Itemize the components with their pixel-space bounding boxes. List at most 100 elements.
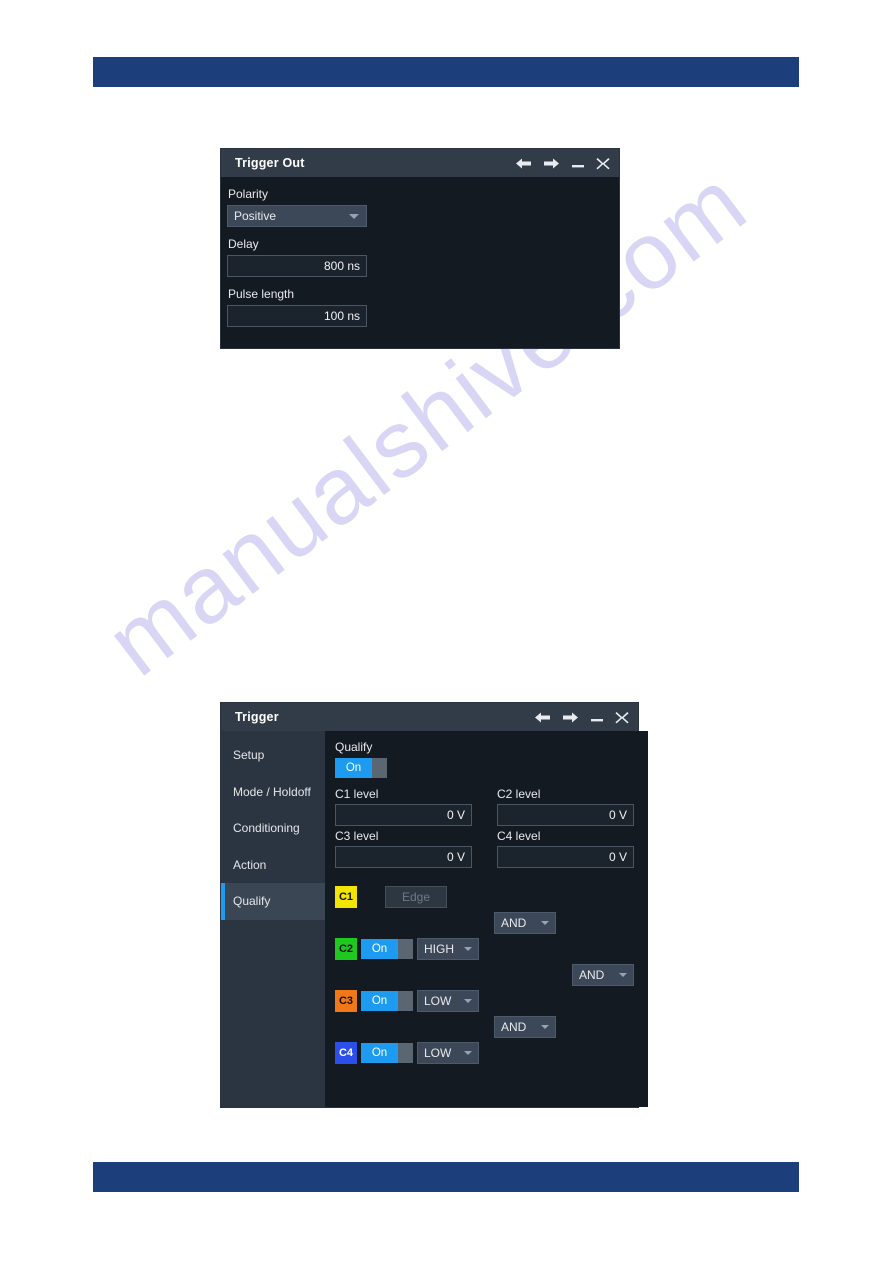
combiner-and-1[interactable]: AND	[494, 912, 556, 934]
trigger-sidebar: Setup Mode / Holdoff Conditioning Action…	[221, 731, 325, 1107]
sidebar-item-label: Setup	[233, 748, 265, 763]
minimize-icon[interactable]	[590, 711, 604, 724]
c4-level-input[interactable]: 0 V	[497, 846, 634, 868]
polarity-dropdown[interactable]: Positive	[227, 205, 367, 227]
close-icon[interactable]	[615, 711, 629, 724]
channel-toggle-c4-state: On	[361, 1043, 398, 1063]
channel-toggle-c3[interactable]: On	[361, 991, 413, 1011]
trigger-titlebar: Trigger	[221, 703, 638, 731]
trigger-dialog: Trigger Setup Mode / Holdoff Conditionin…	[221, 703, 648, 1107]
sidebar-item-action[interactable]: Action	[221, 847, 325, 884]
pulse-length-value: 100 ns	[323, 309, 360, 323]
minimize-icon[interactable]	[571, 157, 585, 170]
qualify-toggle[interactable]: On	[335, 758, 387, 778]
combiner-and-2-value: AND	[579, 968, 605, 982]
channel-row-c2: C2 On HIGH	[335, 938, 479, 960]
c4-level-cell: C4 level 0 V	[497, 829, 648, 868]
pulse-length-field-group: Pulse length 100 ns	[227, 287, 619, 327]
page-header-bar	[93, 57, 799, 87]
channel-state-c3-value: LOW	[424, 994, 452, 1008]
trigger-out-titlebar: Trigger Out	[221, 149, 619, 177]
forward-arrow-icon[interactable]	[562, 711, 579, 724]
forward-arrow-icon[interactable]	[543, 157, 560, 170]
delay-input[interactable]: 800 ns	[227, 255, 367, 277]
c1-level-label: C1 level	[335, 787, 379, 801]
sidebar-item-setup[interactable]: Setup	[221, 737, 325, 774]
chevron-down-icon	[464, 947, 472, 951]
chevron-down-icon	[349, 214, 359, 219]
channel-level-grid: C1 level 0 V C2 level 0 V C3 level 0 V C…	[335, 787, 648, 868]
back-arrow-icon[interactable]	[515, 157, 532, 170]
qualify-panel: Qualify On C1 level 0 V C2 level 0 V C3 …	[325, 731, 648, 1107]
chevron-down-icon	[541, 1025, 549, 1029]
channel-toggle-c3-state: On	[361, 991, 398, 1011]
channel-toggle-c2[interactable]: On	[361, 939, 413, 959]
combiner-and-3[interactable]: AND	[494, 1016, 556, 1038]
trigger-title: Trigger	[235, 710, 279, 724]
c3-level-input[interactable]: 0 V	[335, 846, 472, 868]
chevron-down-icon	[464, 1051, 472, 1055]
pulse-length-input[interactable]: 100 ns	[227, 305, 367, 327]
sidebar-item-qualify[interactable]: Qualify	[221, 883, 325, 920]
channel-logic-area: C1 Edge AND C2 On HIGH AND C3 On LOW AND…	[335, 886, 648, 1078]
channel-row-c3: C3 On LOW	[335, 990, 479, 1012]
c2-level-cell: C2 level 0 V	[497, 787, 648, 826]
sidebar-item-label: Mode / Holdoff	[233, 784, 311, 799]
delay-label: Delay	[228, 237, 259, 251]
channel-toggle-c3-knob	[398, 991, 413, 1011]
channel-state-c4[interactable]: LOW	[417, 1042, 479, 1064]
page-footer-bar	[93, 1162, 799, 1192]
combiner-and-1-value: AND	[501, 916, 527, 930]
c4-level-label: C4 level	[497, 829, 541, 843]
channel-state-c2-value: HIGH	[424, 942, 454, 956]
channel-badge-c4[interactable]: C4	[335, 1042, 357, 1064]
channel-row-c1: C1 Edge	[335, 886, 447, 908]
back-arrow-icon[interactable]	[534, 711, 551, 724]
polarity-value: Positive	[234, 209, 277, 223]
sidebar-item-conditioning[interactable]: Conditioning	[221, 810, 325, 847]
c1-level-cell: C1 level 0 V	[335, 787, 486, 826]
sidebar-item-mode-holdoff[interactable]: Mode / Holdoff	[221, 774, 325, 811]
trigger-out-title: Trigger Out	[235, 156, 305, 170]
sidebar-item-label: Qualify	[233, 894, 271, 909]
channel-state-c1-value: Edge	[401, 890, 431, 904]
channel-badge-c1[interactable]: C1	[335, 886, 357, 908]
c2-level-value: 0 V	[608, 808, 627, 822]
channel-badge-c2[interactable]: C2	[335, 938, 357, 960]
c4-level-value: 0 V	[608, 850, 627, 864]
channel-state-c2[interactable]: HIGH	[417, 938, 479, 960]
channel-state-c3[interactable]: LOW	[417, 990, 479, 1012]
delay-value: 800 ns	[323, 259, 360, 273]
c1-level-input[interactable]: 0 V	[335, 804, 472, 826]
chevron-down-icon	[619, 973, 627, 977]
trigger-out-body: Polarity Positive Delay 800 ns Pulse len…	[221, 177, 619, 327]
sidebar-item-label: Action	[233, 857, 267, 872]
channel-toggle-c4[interactable]: On	[361, 1043, 413, 1063]
c3-level-cell: C3 level 0 V	[335, 829, 486, 868]
channel-toggle-c2-knob	[398, 939, 413, 959]
close-icon[interactable]	[596, 157, 610, 170]
channel-badge-c3[interactable]: C3	[335, 990, 357, 1012]
qualify-toggle-state: On	[335, 758, 372, 778]
channel-toggle-c4-knob	[398, 1043, 413, 1063]
trigger-out-window-controls	[515, 157, 610, 170]
c2-level-label: C2 level	[497, 787, 541, 801]
qualify-toggle-knob	[372, 758, 387, 778]
sidebar-item-label: Conditioning	[233, 821, 300, 836]
qualify-label: Qualify	[335, 740, 373, 754]
c2-level-input[interactable]: 0 V	[497, 804, 634, 826]
delay-field-group: Delay 800 ns	[227, 237, 619, 277]
channel-toggle-c2-state: On	[361, 939, 398, 959]
c1-level-value: 0 V	[446, 808, 465, 822]
c3-level-label: C3 level	[335, 829, 379, 843]
channel-row-c4: C4 On LOW	[335, 1042, 479, 1064]
trigger-window-controls	[534, 711, 629, 724]
chevron-down-icon	[541, 921, 549, 925]
polarity-label: Polarity	[228, 187, 269, 201]
trigger-content: Setup Mode / Holdoff Conditioning Action…	[221, 731, 648, 1107]
c3-level-value: 0 V	[446, 850, 465, 864]
polarity-field-group: Polarity Positive	[227, 187, 619, 227]
pulse-length-label: Pulse length	[228, 287, 295, 301]
combiner-and-2[interactable]: AND	[572, 964, 634, 986]
combiner-and-3-value: AND	[501, 1020, 527, 1034]
